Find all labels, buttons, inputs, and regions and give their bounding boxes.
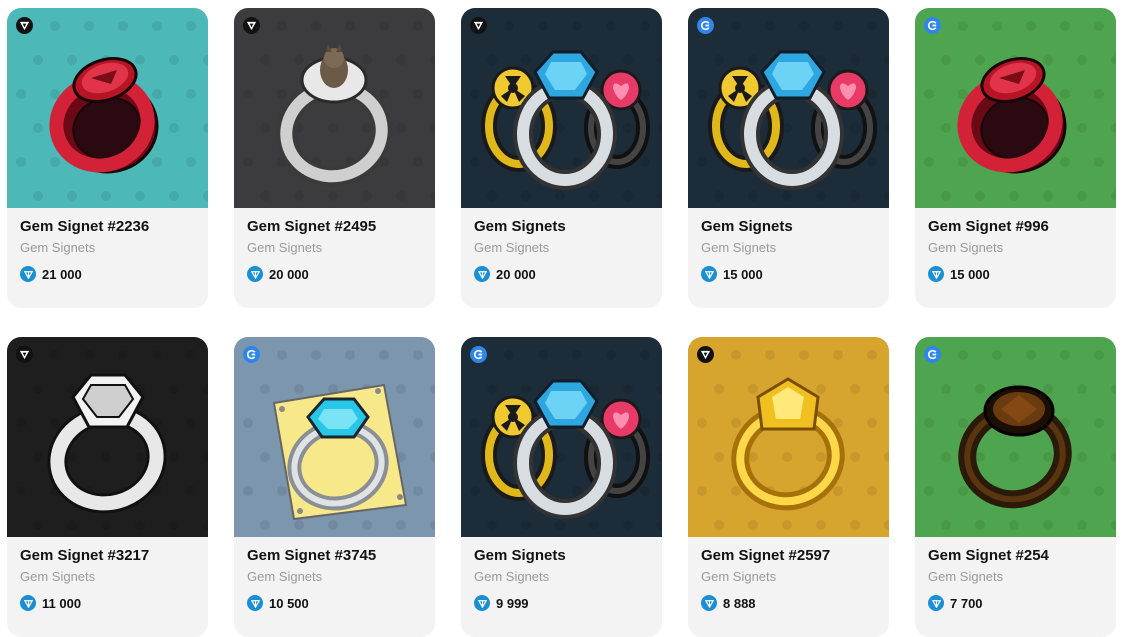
ton-icon — [247, 266, 263, 282]
nft-image[interactable] — [7, 337, 208, 537]
price-value: 7 700 — [950, 595, 983, 611]
collection-name[interactable]: Gem Signets — [701, 240, 776, 255]
nft-title: Gem Signets — [701, 218, 793, 235]
nft-card[interactable]: Gem Signets Gem Signets 9 999 — [461, 337, 662, 637]
nft-title: Gem Signet #254 — [928, 547, 1049, 564]
price: 20 000 — [247, 266, 309, 282]
getgems-icon — [924, 346, 941, 363]
nft-card[interactable]: Gem Signet #3745 Gem Signets 10 500 — [234, 337, 435, 637]
price: 9 999 — [474, 595, 529, 611]
price-value: 21 000 — [42, 266, 82, 282]
nft-title: Gem Signet #2236 — [20, 218, 150, 235]
ton-icon — [20, 266, 36, 282]
price-value: 15 000 — [723, 266, 763, 282]
ton-icon — [474, 266, 490, 282]
nft-card[interactable]: Gem Signet #2597 Gem Signets 8 888 — [688, 337, 889, 637]
nft-image[interactable] — [915, 8, 1116, 208]
price-value: 11 000 — [42, 595, 82, 611]
ton-icon — [928, 595, 944, 611]
getgems-icon — [243, 346, 260, 363]
nft-image[interactable] — [688, 337, 889, 537]
nft-card[interactable]: Gem Signets Gem Signets 15 000 — [688, 8, 889, 308]
getgems-icon — [924, 17, 941, 34]
nft-image[interactable] — [915, 337, 1116, 537]
market-icon — [243, 17, 260, 34]
price: 7 700 — [928, 595, 983, 611]
nft-image[interactable] — [234, 8, 435, 208]
collection-name[interactable]: Gem Signets — [20, 569, 95, 584]
collection-name[interactable]: Gem Signets — [928, 569, 1003, 584]
nft-image[interactable] — [688, 8, 889, 208]
getgems-icon — [470, 346, 487, 363]
collection-name[interactable]: Gem Signets — [701, 569, 776, 584]
nft-image[interactable] — [234, 337, 435, 537]
nft-image[interactable] — [7, 8, 208, 208]
nft-title: Gem Signet #996 — [928, 218, 1049, 235]
nft-title: Gem Signet #3217 — [20, 547, 150, 564]
collection-name[interactable]: Gem Signets — [20, 240, 95, 255]
ton-icon — [928, 266, 944, 282]
collection-name[interactable]: Gem Signets — [474, 569, 549, 584]
nft-title: Gem Signet #2495 — [247, 218, 377, 235]
price: 15 000 — [928, 266, 990, 282]
market-icon — [697, 346, 714, 363]
nft-card[interactable]: Gem Signets Gem Signets 20 000 — [461, 8, 662, 308]
nft-title: Gem Signets — [474, 218, 566, 235]
nft-image[interactable] — [461, 8, 662, 208]
nft-card[interactable]: Gem Signet #254 Gem Signets 7 700 — [915, 337, 1116, 637]
ton-icon — [701, 266, 717, 282]
price-value: 9 999 — [496, 595, 529, 611]
nft-card[interactable]: Gem Signet #996 Gem Signets 15 000 — [915, 8, 1116, 308]
price: 21 000 — [20, 266, 82, 282]
price-value: 20 000 — [269, 266, 309, 282]
price: 11 000 — [20, 595, 81, 611]
market-icon — [470, 17, 487, 34]
nft-title: Gem Signets — [474, 547, 566, 564]
nft-card[interactable]: Gem Signet #2495 Gem Signets 20 000 — [234, 8, 435, 308]
price-value: 10 500 — [269, 595, 309, 611]
market-icon — [16, 346, 33, 363]
price: 20 000 — [474, 266, 536, 282]
price-value: 20 000 — [496, 266, 536, 282]
collection-name[interactable]: Gem Signets — [474, 240, 549, 255]
nft-card[interactable]: Gem Signet #3217 Gem Signets 11 000 — [7, 337, 208, 637]
market-icon — [16, 17, 33, 34]
collection-name[interactable]: Gem Signets — [247, 240, 322, 255]
price-value: 15 000 — [950, 266, 990, 282]
price-value: 8 888 — [723, 595, 756, 611]
ton-icon — [701, 595, 717, 611]
nft-title: Gem Signet #2597 — [701, 547, 831, 564]
ton-icon — [247, 595, 263, 611]
price: 15 000 — [701, 266, 763, 282]
getgems-icon — [697, 17, 714, 34]
collection-name[interactable]: Gem Signets — [928, 240, 1003, 255]
ton-icon — [474, 595, 490, 611]
nft-card[interactable]: Gem Signet #2236 Gem Signets 21 000 — [7, 8, 208, 308]
nft-title: Gem Signet #3745 — [247, 547, 377, 564]
collection-name[interactable]: Gem Signets — [247, 569, 322, 584]
ton-icon — [20, 595, 36, 611]
price: 10 500 — [247, 595, 309, 611]
price: 8 888 — [701, 595, 756, 611]
nft-image[interactable] — [461, 337, 662, 537]
